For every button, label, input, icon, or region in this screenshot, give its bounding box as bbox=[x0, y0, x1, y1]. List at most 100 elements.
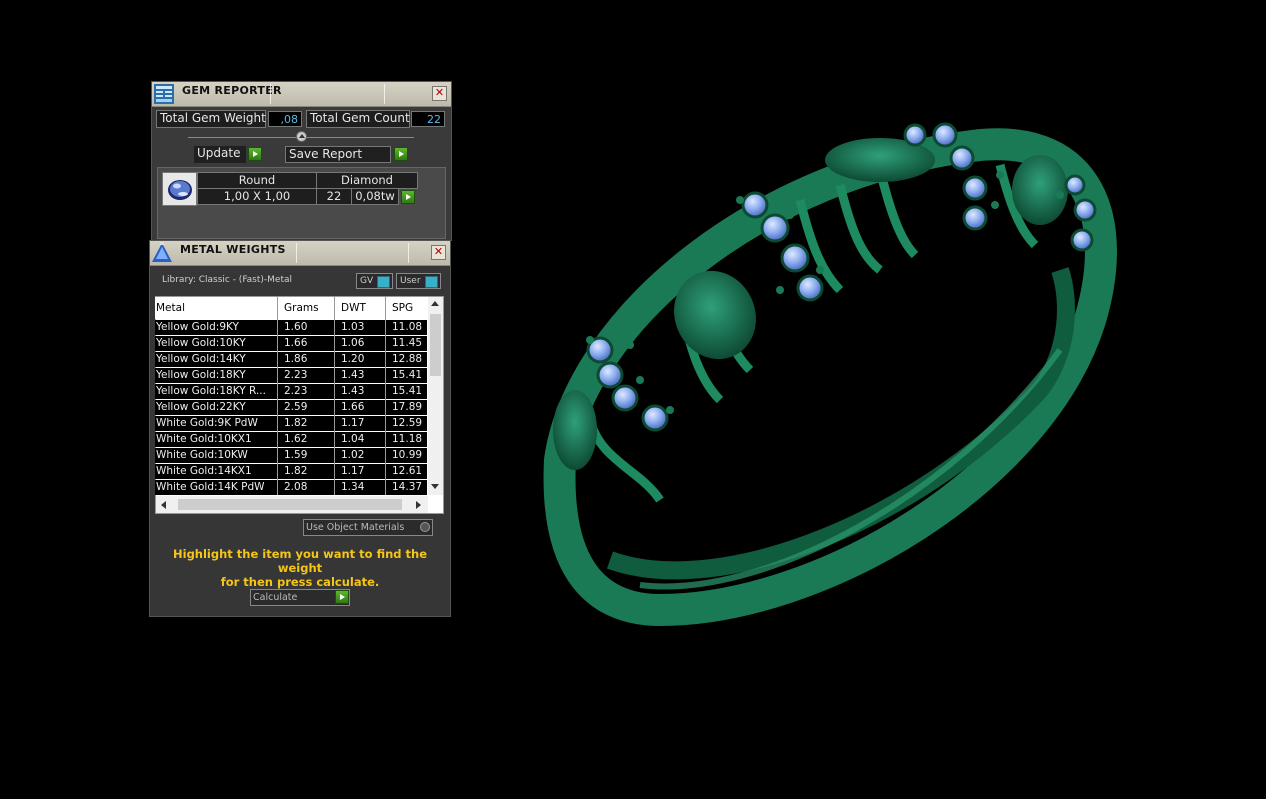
gem-report-icon bbox=[153, 83, 175, 105]
dwt-cell: 1.02 bbox=[341, 449, 365, 461]
use-object-materials-toggle[interactable]: Use Object Materials bbox=[303, 519, 433, 536]
metal-weights-titlebar[interactable]: METAL WEIGHTS ✕ bbox=[150, 241, 450, 266]
radio-icon bbox=[420, 522, 430, 532]
gv-label: GV bbox=[360, 276, 374, 286]
grams-cell: 1.60 bbox=[284, 321, 308, 333]
library-label: Library: Classic - (Fast)-Metal bbox=[162, 275, 293, 285]
user-toggle[interactable]: User bbox=[396, 273, 441, 289]
table-row[interactable]: Yellow Gold:14KY 1.86 1.20 12.88 bbox=[155, 352, 427, 367]
gem-weight-cell: 0,08tw bbox=[351, 188, 399, 205]
header-dwt: DWT bbox=[341, 302, 366, 314]
save-report-go-button[interactable] bbox=[394, 147, 408, 161]
header-spg: SPG bbox=[392, 302, 414, 314]
metal-name-cell: White Gold:14K PdW bbox=[156, 481, 265, 493]
metal-name-cell: Yellow Gold:22KY bbox=[156, 401, 246, 413]
dwt-cell: 1.43 bbox=[341, 385, 365, 397]
dwt-cell: 1.20 bbox=[341, 353, 365, 365]
metal-name-cell: Yellow Gold:18KY bbox=[156, 369, 246, 381]
grams-cell: 2.23 bbox=[284, 369, 308, 381]
table-row[interactable]: Yellow Gold:9KY 1.60 1.03 11.08 bbox=[155, 320, 427, 335]
close-icon[interactable]: ✕ bbox=[431, 245, 446, 260]
vertical-scrollbar[interactable] bbox=[428, 297, 443, 495]
update-go-button[interactable] bbox=[248, 147, 262, 161]
dwt-cell: 1.66 bbox=[341, 401, 365, 413]
header-grams: Grams bbox=[284, 302, 319, 314]
grams-cell: 1.82 bbox=[284, 417, 308, 429]
gem-row[interactable] bbox=[162, 172, 197, 206]
metal-weights-title: METAL WEIGHTS bbox=[180, 243, 286, 256]
gv-toggle[interactable]: GV bbox=[356, 273, 393, 289]
viewport-3d[interactable] bbox=[470, 0, 1266, 795]
calculate-go-button[interactable] bbox=[335, 590, 349, 604]
vertical-scroll-thumb[interactable] bbox=[430, 314, 441, 376]
user-label: User bbox=[400, 276, 421, 286]
metal-name-cell: White Gold:14KX1 bbox=[156, 465, 252, 477]
save-report-button[interactable]: Save Report bbox=[285, 146, 391, 163]
horizontal-scroll-thumb[interactable] bbox=[178, 499, 402, 510]
update-button[interactable]: Update bbox=[194, 146, 246, 163]
total-gem-weight-value: ,08 bbox=[268, 111, 302, 127]
splitter-handle-icon[interactable] bbox=[296, 131, 307, 142]
scroll-right-icon[interactable] bbox=[416, 501, 421, 509]
metal-name-cell: White Gold:10KW bbox=[156, 449, 248, 461]
metal-name-cell: Yellow Gold:14KY bbox=[156, 353, 246, 365]
total-gem-count-value: 22 bbox=[411, 111, 445, 127]
dwt-cell: 1.06 bbox=[341, 337, 365, 349]
gem-type-cell: Diamond bbox=[316, 172, 418, 189]
metal-name-cell: Yellow Gold:18KY R... bbox=[156, 385, 266, 397]
spg-cell: 12.59 bbox=[392, 417, 423, 429]
grams-cell: 2.23 bbox=[284, 385, 308, 397]
table-row[interactable]: White Gold:10KX1 1.62 1.04 11.18 bbox=[155, 432, 427, 447]
close-icon[interactable]: ✕ bbox=[432, 86, 447, 101]
grams-cell: 2.59 bbox=[284, 401, 308, 413]
spg-cell: 12.61 bbox=[392, 465, 423, 477]
metal-name-cell: White Gold:10KX1 bbox=[156, 433, 252, 445]
metal-name-cell: Yellow Gold:9KY bbox=[156, 321, 239, 333]
gv-toggle-icon bbox=[377, 276, 390, 288]
dwt-cell: 1.17 bbox=[341, 465, 365, 477]
gem-shape-cell: Round bbox=[197, 172, 317, 189]
spg-cell: 10.99 bbox=[392, 449, 423, 461]
gem-reporter-titlebar[interactable]: GEM REPORTER ✕ bbox=[152, 82, 451, 107]
spg-cell: 14.37 bbox=[392, 481, 423, 493]
table-row[interactable]: Yellow Gold:18KY R... 2.23 1.43 15.41 bbox=[155, 384, 427, 399]
metal-name-cell: White Gold:9K PdW bbox=[156, 417, 258, 429]
ring-model-render bbox=[543, 122, 1117, 627]
grams-cell: 1.62 bbox=[284, 433, 308, 445]
grams-cell: 1.82 bbox=[284, 465, 308, 477]
total-gem-weight-label: Total Gem Weight bbox=[156, 110, 266, 128]
dwt-cell: 1.04 bbox=[341, 433, 365, 445]
table-row[interactable]: Yellow Gold:22KY 2.59 1.66 17.89 bbox=[155, 400, 427, 415]
scroll-down-icon[interactable] bbox=[431, 484, 439, 489]
grams-cell: 2.08 bbox=[284, 481, 308, 493]
hint-line-2: for then press calculate. bbox=[220, 575, 380, 589]
dwt-cell: 1.03 bbox=[341, 321, 365, 333]
gem-size-cell: 1,00 X 1,00 bbox=[197, 188, 317, 205]
grams-cell: 1.86 bbox=[284, 353, 308, 365]
table-row[interactable]: White Gold:14KX1 1.82 1.17 12.61 bbox=[155, 464, 427, 479]
horizontal-scrollbar[interactable] bbox=[156, 496, 428, 513]
scroll-up-icon[interactable] bbox=[431, 301, 439, 306]
grams-cell: 1.59 bbox=[284, 449, 308, 461]
spg-cell: 11.08 bbox=[392, 321, 423, 333]
header-metal: Metal bbox=[156, 302, 185, 314]
table-row[interactable]: White Gold:14K PdW 2.08 1.34 14.37 bbox=[155, 480, 427, 495]
metal-name-cell: Yellow Gold:10KY bbox=[156, 337, 246, 349]
spg-cell: 15.41 bbox=[392, 385, 423, 397]
grams-cell: 1.66 bbox=[284, 337, 308, 349]
spg-cell: 11.18 bbox=[392, 433, 423, 445]
hint-line-1: Highlight the item you want to find the … bbox=[173, 547, 427, 575]
gem-row-go-button[interactable] bbox=[401, 190, 415, 204]
dwt-cell: 1.17 bbox=[341, 417, 365, 429]
spg-cell: 12.88 bbox=[392, 353, 423, 365]
scroll-left-icon[interactable] bbox=[161, 501, 166, 509]
metal-weights-icon bbox=[151, 242, 173, 264]
spg-cell: 15.41 bbox=[392, 369, 423, 381]
dwt-cell: 1.43 bbox=[341, 369, 365, 381]
table-row[interactable]: Yellow Gold:18KY 2.23 1.43 15.41 bbox=[155, 368, 427, 383]
metal-table-header: Metal Grams DWT SPG bbox=[155, 297, 427, 319]
total-gem-count-label: Total Gem Count bbox=[306, 110, 410, 128]
table-row[interactable]: White Gold:10KW 1.59 1.02 10.99 bbox=[155, 448, 427, 463]
table-row[interactable]: Yellow Gold:10KY 1.66 1.06 11.45 bbox=[155, 336, 427, 351]
table-row[interactable]: White Gold:9K PdW 1.82 1.17 12.59 bbox=[155, 416, 427, 431]
